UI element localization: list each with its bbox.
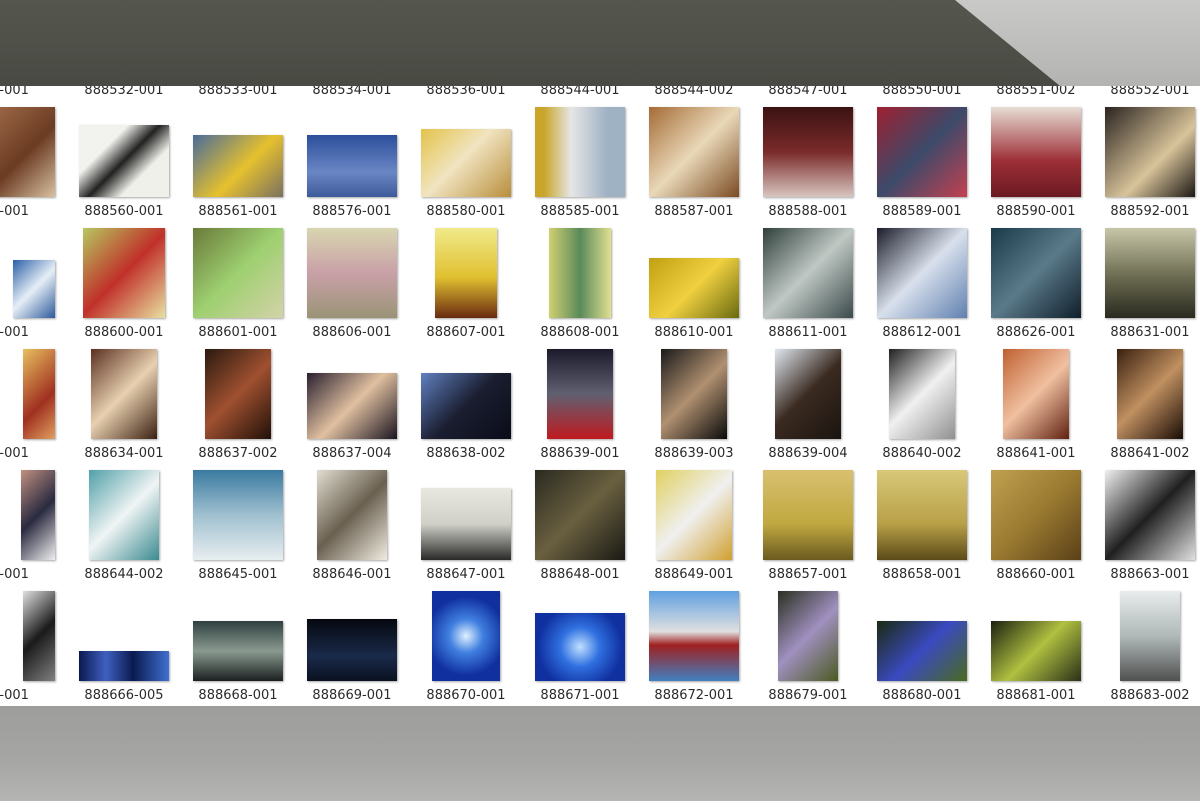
photo-blonde-woman-icon[interactable] [23, 349, 55, 439]
photo-basket-sky-icon[interactable] [649, 591, 739, 681]
photo-desk-woman-icon[interactable] [421, 129, 511, 197]
file-name-label: 888663-001 [1110, 567, 1190, 582]
thumbnail-row: 4-001888560-001888561-001888576-00188858… [0, 107, 1200, 228]
file-name-label: 888592-001 [1110, 204, 1190, 219]
photo-dress-dance-icon[interactable] [91, 349, 157, 439]
file-name-label: 888641-002 [1110, 446, 1190, 461]
photo-hallway-people-icon[interactable] [1120, 591, 1180, 681]
photo-classroom-icon[interactable] [421, 488, 511, 560]
photo-bottles-row-icon[interactable] [549, 228, 611, 318]
thumbnail-row: 5-001888666-005888668-001888669-00188867… [0, 591, 1200, 706]
photo-city-night-icon[interactable] [877, 621, 967, 681]
photo-redhead-smile-icon[interactable] [1003, 349, 1069, 439]
thumbnail-row: 8-001888600-001888601-001888606-00188860… [0, 228, 1200, 349]
photo-man-car-night-icon[interactable] [421, 373, 511, 439]
photo-one-way-sign-icon[interactable] [656, 470, 732, 560]
photo-dark-room-icon[interactable] [1105, 107, 1195, 197]
photo-coffee-cup-icon[interactable] [535, 107, 625, 197]
photo-clean-room-icon[interactable] [89, 470, 159, 560]
photo-party-couple-icon[interactable] [205, 349, 271, 439]
photo-blue-globe-icon[interactable] [432, 591, 500, 681]
file-name-label: 888631-001 [1110, 325, 1190, 340]
thumbnail-row: 3-001888634-001888637-002888637-00488863… [0, 349, 1200, 470]
photo-typewriter-icon[interactable] [317, 470, 387, 560]
file-name-label: 888683-002 [1110, 688, 1190, 703]
photo-hand-drawing-icon[interactable] [79, 125, 169, 197]
photo-yellow-wall-door-icon[interactable] [763, 470, 853, 560]
file-item[interactable]: 888592-001 [1093, 107, 1200, 228]
photo-cat-toy-icon[interactable] [193, 135, 283, 197]
photo-skyscraper-night-icon[interactable] [991, 621, 1081, 681]
photo-bananas-icon[interactable] [649, 258, 739, 318]
file-name-label: 888552-001 [1110, 86, 1190, 98]
photo-portrait-man-icon[interactable] [0, 107, 55, 197]
photo-umbrella-icon[interactable] [23, 591, 55, 681]
photo-red-table-icon[interactable] [991, 107, 1081, 197]
photo-blue-glow-icon[interactable] [535, 613, 625, 681]
photo-tie-man-icon[interactable] [21, 470, 55, 560]
photo-earth-dark-icon[interactable] [307, 619, 397, 681]
photo-wrench-icon[interactable] [877, 228, 967, 318]
photo-woman-paparazzi-icon[interactable] [775, 349, 841, 439]
file-item[interactable]: 888631-001 [1093, 228, 1200, 349]
file-item[interactable]: 888683-002 [1093, 591, 1200, 706]
thumbnail-grid-pane[interactable]: 1-001888532-001888533-001888534-00188853… [0, 86, 1200, 706]
photo-dalmatian-icon[interactable] [1105, 470, 1195, 560]
file-item[interactable]: 888663-001 [1093, 470, 1200, 591]
photo-funeral-icon[interactable] [1105, 228, 1195, 318]
desk-background-bottom [0, 706, 1200, 801]
photo-blue-lights-icon[interactable] [79, 651, 169, 681]
photo-tank-ladder-icon[interactable] [991, 470, 1081, 560]
photo-road-arrow-icon[interactable] [535, 470, 625, 560]
photo-guitarist-icon[interactable] [991, 228, 1081, 318]
file-item[interactable]: 888641-002 [1093, 349, 1200, 470]
photo-napkin-holder-icon[interactable] [877, 107, 967, 197]
photo-singer-stage-icon[interactable] [1117, 349, 1183, 439]
photo-garage-door-icon[interactable] [877, 470, 967, 560]
photo-jumping-kids-icon[interactable] [307, 135, 397, 197]
photo-tower-night-icon[interactable] [778, 591, 838, 681]
photo-blindfold-man-icon[interactable] [193, 470, 283, 560]
photo-crowd-event-icon[interactable] [661, 349, 727, 439]
photo-gas-pump-icon[interactable] [763, 228, 853, 318]
photo-glass-jar-icon[interactable] [649, 107, 739, 197]
photo-diner-table-icon[interactable] [763, 107, 853, 197]
photo-man-grocery-icon[interactable] [83, 228, 165, 318]
photo-exit-sign-icon[interactable] [13, 260, 55, 318]
photo-friends-group-icon[interactable] [307, 373, 397, 439]
photo-kid-jumping-icon[interactable] [435, 228, 497, 318]
photo-white-gown-icon[interactable] [889, 349, 955, 439]
photo-supermarket-aisle-icon[interactable] [307, 228, 397, 318]
photo-red-carpet-icon[interactable] [547, 349, 613, 439]
thumbnail-row: 4-001888644-002888645-001888646-00188864… [0, 470, 1200, 591]
photo-man-shelf-icon[interactable] [193, 228, 283, 318]
photo-dome-night-icon[interactable] [193, 621, 283, 681]
